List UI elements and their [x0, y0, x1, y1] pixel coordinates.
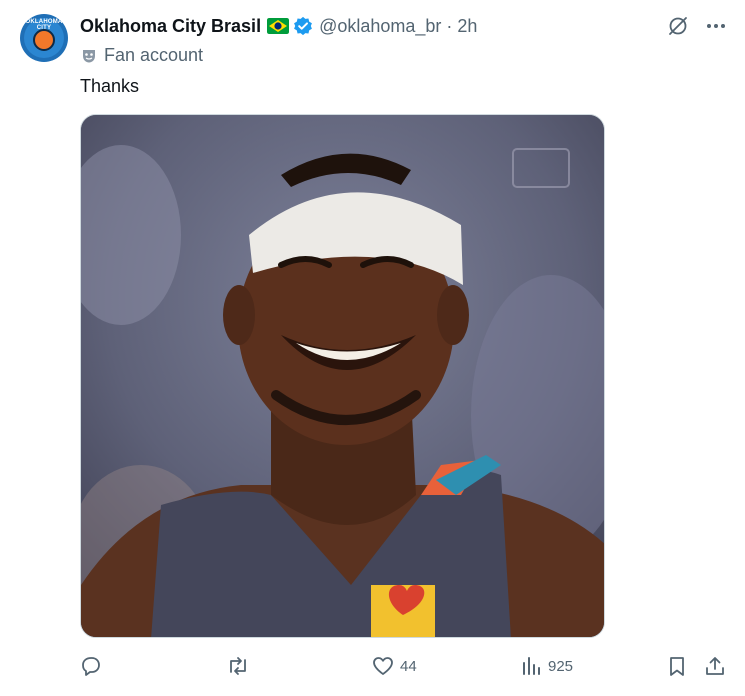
views-icon: [523, 657, 540, 675]
account-label: Fan account: [80, 45, 203, 66]
action-bar: 44 925: [80, 652, 728, 680]
heart-icon: [373, 657, 393, 675]
grok-icon[interactable]: [667, 15, 689, 37]
reply-button[interactable]: [80, 652, 108, 680]
bookmark-button[interactable]: [666, 652, 688, 680]
more-icon[interactable]: [705, 15, 727, 37]
avatar[interactable]: OKLAHOMA CITY: [20, 14, 68, 62]
timestamp[interactable]: 2h: [457, 16, 477, 37]
top-actions: [667, 15, 727, 37]
reply-icon: [82, 657, 100, 676]
separator-dot: ·: [446, 15, 453, 36]
repost-button[interactable]: [226, 652, 256, 680]
share-button[interactable]: [704, 652, 726, 680]
post-text: Thanks: [80, 76, 140, 96]
views-count: 925: [548, 657, 574, 675]
share-icon: [706, 657, 724, 675]
views-button[interactable]: 925: [520, 652, 573, 680]
post-header: Oklahoma City Brasil @oklahoma_br · 2h: [80, 14, 477, 38]
bookmark-icon: [670, 657, 684, 676]
photo-illustration: [81, 115, 604, 637]
repost-icon: [230, 657, 246, 675]
post-media-photo[interactable]: [80, 114, 605, 638]
handle[interactable]: @oklahoma_br: [319, 16, 441, 37]
display-name[interactable]: Oklahoma City Brasil: [80, 16, 261, 37]
verified-badge-icon: [294, 16, 312, 36]
like-count: 44: [400, 657, 417, 675]
account-label-text: Fan account: [104, 45, 204, 65]
basketball-icon: [33, 29, 55, 51]
like-button[interactable]: 44: [372, 652, 417, 680]
fan-mask-icon: [83, 49, 95, 62]
brazil-flag-icon: [267, 18, 290, 34]
